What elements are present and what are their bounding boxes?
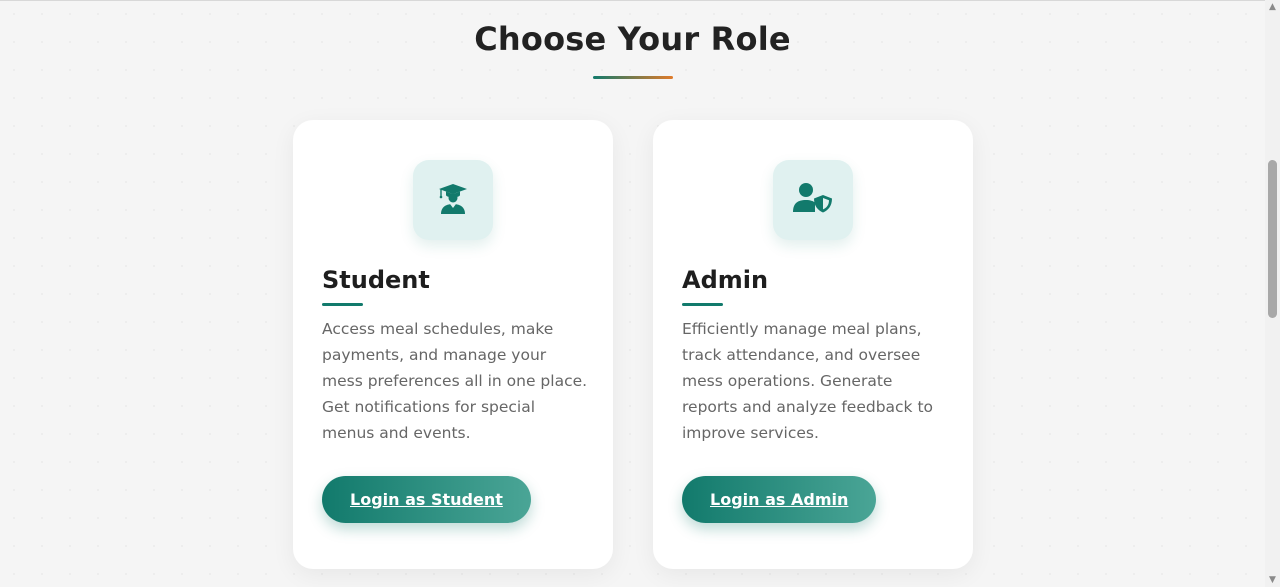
card-title-underline bbox=[682, 303, 723, 306]
login-admin-button[interactable]: Login as Admin bbox=[682, 476, 877, 523]
card-title: Admin bbox=[682, 266, 769, 294]
page: Choose Your Role Student Access meal sch… bbox=[0, 0, 1280, 587]
section-title: Choose Your Role bbox=[474, 20, 791, 58]
top-divider bbox=[0, 0, 1265, 1]
admin-icon-box bbox=[773, 160, 853, 240]
triangle-down-icon[interactable]: ▼ bbox=[1265, 573, 1280, 587]
triangle-up-icon[interactable]: ▲ bbox=[1265, 0, 1280, 14]
role-card-student: Student Access meal schedules, make paym… bbox=[293, 120, 613, 569]
role-card-admin: Admin Efficiently manage meal plans, tra… bbox=[653, 120, 973, 569]
card-description: Efficiently manage meal plans, track att… bbox=[682, 320, 934, 442]
card-description: Access meal schedules, make payments, an… bbox=[322, 320, 588, 442]
vertical-scrollbar[interactable]: ▲ ▼ bbox=[1265, 0, 1280, 587]
scrollbar-thumb[interactable] bbox=[1268, 160, 1277, 318]
user-graduate-icon bbox=[436, 181, 470, 219]
student-icon-box bbox=[413, 160, 493, 240]
title-underline bbox=[593, 76, 673, 79]
user-shield-icon bbox=[792, 181, 834, 219]
card-title-underline bbox=[322, 303, 363, 306]
login-student-button[interactable]: Login as Student bbox=[322, 476, 531, 523]
card-title: Student bbox=[322, 266, 430, 294]
